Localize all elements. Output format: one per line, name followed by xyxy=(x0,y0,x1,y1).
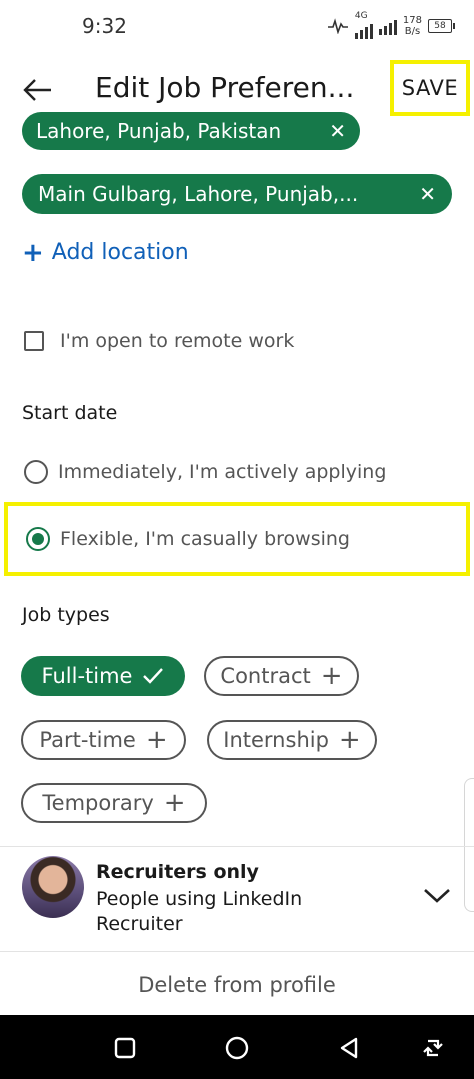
network-type: 4G xyxy=(354,11,368,21)
location-chip-label: Main Gulbarg, Lahore, Punjab,... xyxy=(38,182,359,206)
signal-bars-icon xyxy=(378,17,397,35)
job-type-label: Contract xyxy=(220,664,311,688)
back-nav-button[interactable] xyxy=(332,1031,366,1065)
plus-icon: + xyxy=(320,661,343,691)
add-location-label: Add location xyxy=(51,240,189,265)
scroll-handle[interactable] xyxy=(464,778,474,912)
speed-value: 178 xyxy=(402,14,422,26)
plus-icon: + xyxy=(22,237,44,268)
job-type-temporary[interactable]: Temporary + xyxy=(21,783,207,823)
location-chip[interactable]: Lahore, Punjab, Pakistan ✕ xyxy=(22,112,360,150)
remote-work-checkbox[interactable] xyxy=(24,331,44,351)
start-date-option-immediately[interactable]: Immediately, I'm actively applying xyxy=(24,460,386,484)
remote-work-option[interactable]: I'm open to remote work xyxy=(24,330,294,352)
start-date-option-flexible[interactable]: Flexible, I'm casually browsing xyxy=(4,502,470,576)
radio-button-selected[interactable] xyxy=(26,527,50,551)
rotate-button[interactable] xyxy=(416,1031,450,1065)
status-icons: 4G 178 B/s 58 xyxy=(327,11,455,39)
radio-button[interactable] xyxy=(24,460,48,484)
divider xyxy=(0,846,474,847)
job-type-label: Full-time xyxy=(41,664,133,688)
start-date-heading: Start date xyxy=(22,402,118,424)
visibility-title: Recruiters only xyxy=(96,861,259,883)
status-bar: 9:32 4G 178 B/s 58 xyxy=(0,0,474,52)
job-type-internship[interactable]: Internship + xyxy=(207,720,377,760)
triangle-back-icon xyxy=(340,1037,358,1059)
plus-icon: + xyxy=(338,725,361,755)
back-button[interactable] xyxy=(16,68,60,112)
check-icon xyxy=(143,668,164,684)
battery-icon: 58 xyxy=(428,18,455,33)
location-chip-label: Lahore, Punjab, Pakistan xyxy=(36,119,282,143)
page-title: Edit Job Preferen... xyxy=(95,71,355,104)
arrow-left-icon xyxy=(23,79,51,101)
location-chip[interactable]: Main Gulbarg, Lahore, Punjab,... ✕ xyxy=(22,174,452,214)
speed-unit: B/s xyxy=(404,25,421,37)
network-speed: 178 B/s xyxy=(403,15,422,37)
job-type-label: Temporary xyxy=(42,791,154,815)
recent-apps-button[interactable] xyxy=(108,1031,142,1065)
chevron-down-icon xyxy=(424,889,450,903)
close-icon[interactable]: ✕ xyxy=(329,119,346,143)
add-location-button[interactable]: + Add location xyxy=(22,237,189,268)
start-date-option-label: Immediately, I'm actively applying xyxy=(58,461,387,483)
job-types-heading: Job types xyxy=(22,604,110,626)
avatar xyxy=(22,856,84,918)
circle-icon xyxy=(225,1036,249,1060)
visibility-description: People using LinkedIn Recruiter xyxy=(96,888,303,935)
status-time: 9:32 xyxy=(82,14,127,38)
close-icon[interactable]: ✕ xyxy=(419,182,436,206)
job-type-contract[interactable]: Contract + xyxy=(204,656,359,696)
save-button[interactable]: SAVE xyxy=(390,60,470,116)
square-icon xyxy=(114,1037,136,1059)
delete-from-profile-button[interactable]: Delete from profile xyxy=(0,956,474,1014)
activity-icon xyxy=(327,17,348,34)
plus-icon: + xyxy=(163,788,186,818)
divider xyxy=(0,951,474,952)
job-type-label: Part-time xyxy=(39,728,136,752)
signal-bars-icon xyxy=(354,21,373,39)
signal-4g: 4G xyxy=(354,11,373,39)
start-date-option-label: Flexible, I'm casually browsing xyxy=(60,528,350,550)
remote-work-label: I'm open to remote work xyxy=(60,330,295,352)
job-type-part-time[interactable]: Part-time + xyxy=(21,720,186,760)
navigation-bar xyxy=(0,1015,474,1079)
rotate-icon xyxy=(423,1039,443,1057)
visibility-dropdown[interactable] xyxy=(420,880,454,910)
home-button[interactable] xyxy=(220,1031,254,1065)
job-type-full-time[interactable]: Full-time xyxy=(21,656,185,696)
job-type-label: Internship xyxy=(223,728,329,752)
plus-icon: + xyxy=(145,725,168,755)
